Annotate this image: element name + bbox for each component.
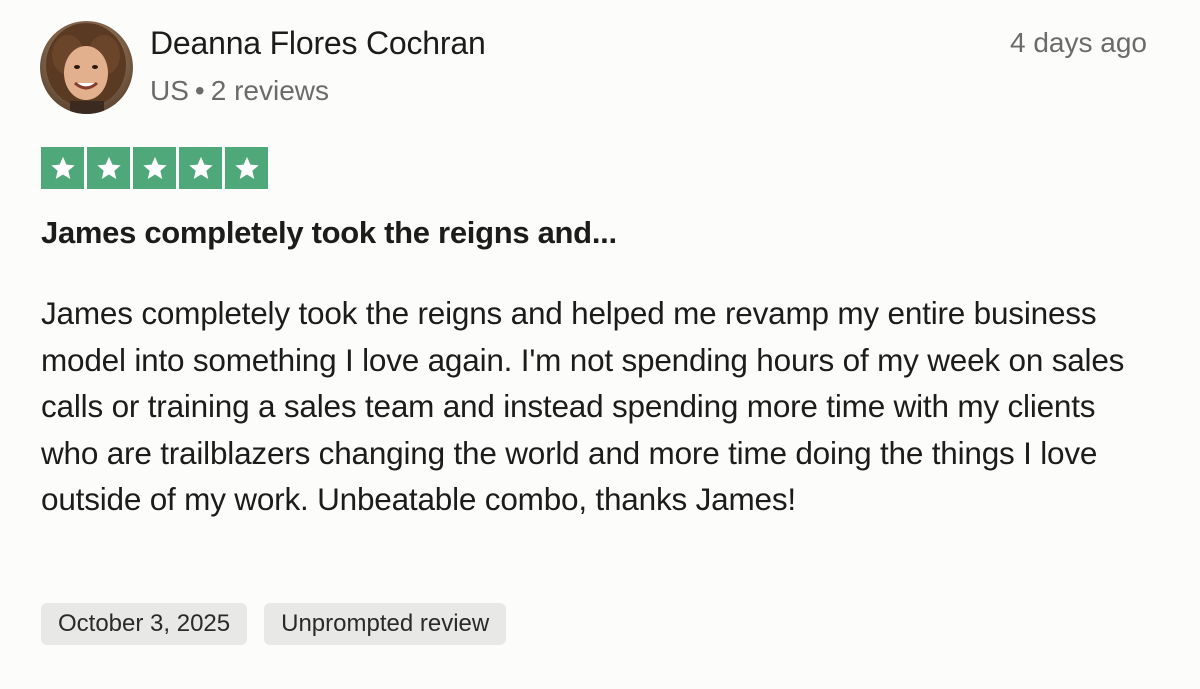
star-icon: [133, 147, 176, 189]
reviewer-avatar[interactable]: [40, 21, 133, 114]
review-title[interactable]: James completely took the reigns and...: [41, 215, 617, 251]
reviewer-country: US: [150, 75, 189, 106]
star-icon: [225, 147, 268, 189]
review-body: James completely took the reigns and hel…: [41, 295, 1125, 517]
reviewer-name[interactable]: Deanna Flores Cochran: [150, 25, 486, 62]
star-icon: [87, 147, 130, 189]
star-rating: [41, 147, 268, 189]
review-date-chip: October 3, 2025: [41, 603, 248, 645]
reviewer-review-count[interactable]: 2 reviews: [211, 75, 329, 106]
star-icon: [41, 147, 84, 189]
review-card: Deanna Flores Cochran US • 2 reviews 4 day…: [0, 0, 1200, 689]
review-chips: October 3, 2025 Unprompted review: [41, 603, 507, 645]
review-time-ago: 4 days ago: [1010, 27, 1147, 58]
star-icon: [179, 147, 222, 189]
meta-separator: •: [194, 75, 205, 106]
reviewer-meta: US • 2 reviews: [150, 75, 329, 107]
unprompted-review-chip[interactable]: Unprompted review: [264, 603, 507, 645]
